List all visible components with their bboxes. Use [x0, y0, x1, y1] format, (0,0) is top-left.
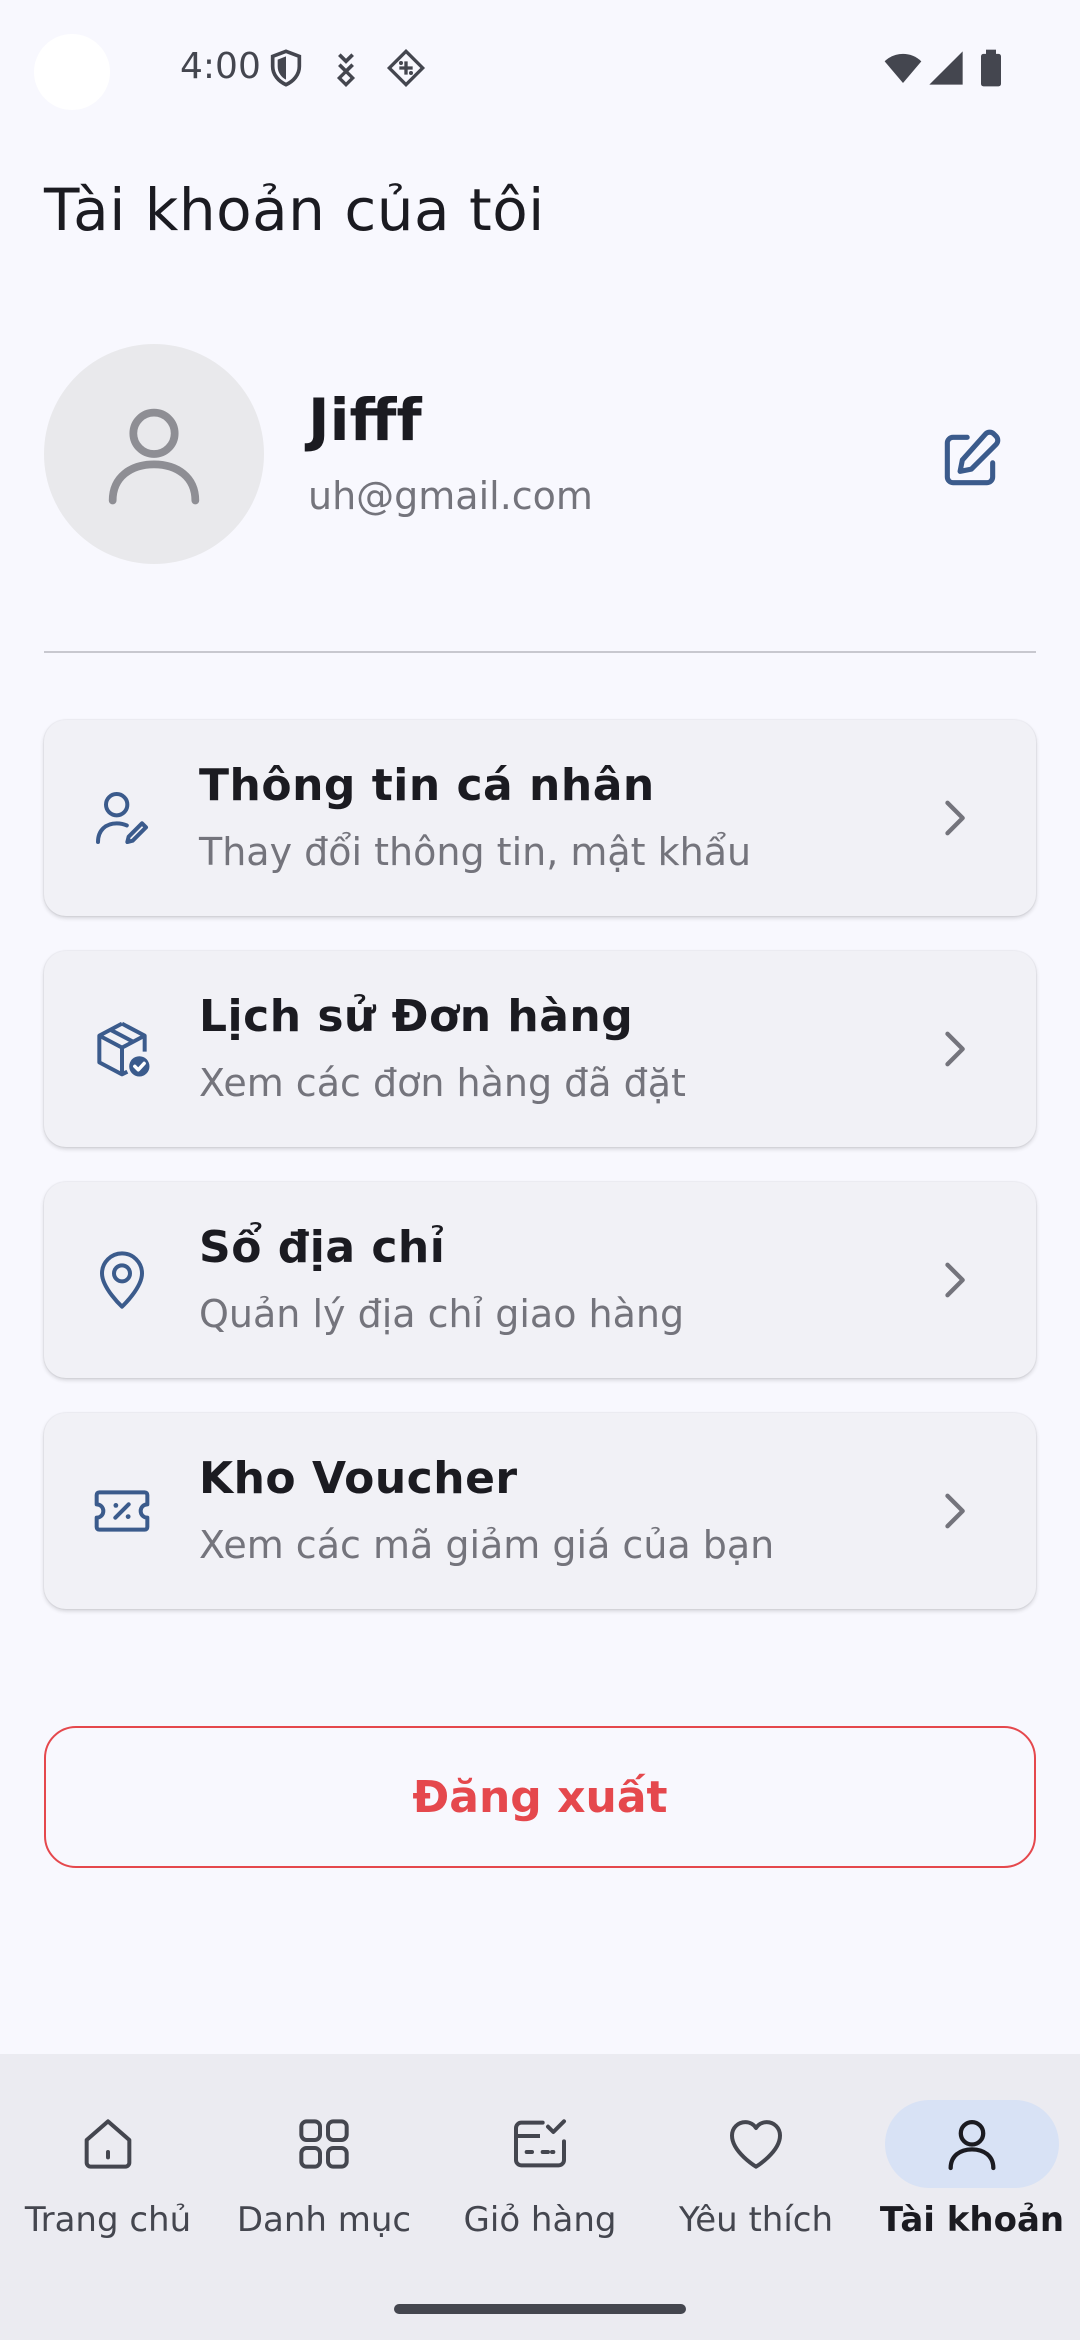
location-pin-icon [90, 1248, 154, 1312]
nav-label: Tài khoản [879, 2200, 1065, 2240]
nav-icon-container [21, 2100, 195, 2188]
chevron-right-icon [928, 1254, 980, 1306]
chevron-right-icon [928, 792, 980, 844]
account-screen: 4:00 Tài khoản của tôi Jifff uh@gmail.co… [0, 0, 1080, 2340]
menu-item-voucher[interactable]: Kho Voucher Xem các mã giảm giá của bạn [44, 1413, 1036, 1609]
download-icon [326, 48, 366, 88]
voucher-icon [90, 1479, 154, 1543]
nav-label: Giỏ hàng [463, 2200, 617, 2240]
nav-label: Danh mục [236, 2200, 412, 2240]
menu-item-subtitle: Thay đổi thông tin, mật khẩu [199, 830, 752, 874]
chevron-right-icon [928, 1023, 980, 1075]
edit-profile-button[interactable] [930, 420, 1010, 500]
home-indicator [394, 2304, 686, 2314]
menu-item-personal-info[interactable]: Thông tin cá nhân Thay đổi thông tin, mậ… [44, 720, 1036, 916]
menu-item-title: Kho Voucher [199, 1453, 518, 1504]
nav-item-home[interactable]: Trang chủ [0, 2090, 216, 2290]
account-icon [948, 2120, 996, 2171]
nav-item-account[interactable]: Tài khoản [864, 2090, 1080, 2290]
package-check-icon [90, 1017, 154, 1081]
menu-item-title: Sổ địa chỉ [199, 1222, 446, 1273]
status-time: 4:00 [180, 46, 261, 87]
profile-name: Jifff [308, 386, 422, 454]
person-icon [108, 408, 200, 505]
home-icon [84, 2119, 132, 2169]
logout-label: Đăng xuất [412, 1771, 668, 1823]
menu-item-subtitle: Xem các đơn hàng đã đặt [199, 1061, 686, 1105]
shield-icon [266, 48, 306, 88]
menu-item-subtitle: Xem các mã giảm giá của bạn [199, 1523, 775, 1567]
nav-label: Trang chủ [24, 2200, 192, 2240]
user-edit-icon [90, 786, 154, 850]
menu-item-title: Thông tin cá nhân [199, 760, 655, 811]
heart-icon [730, 2120, 782, 2169]
chevron-right-icon [928, 1485, 980, 1537]
grid-icon [299, 2119, 349, 2169]
menu-item-order-history[interactable]: Lịch sử Đơn hàng Xem các đơn hàng đã đặt [44, 951, 1036, 1147]
logout-button[interactable]: Đăng xuất [44, 1726, 1036, 1868]
nav-icon-container [669, 2100, 843, 2188]
divider [44, 651, 1036, 653]
battery-icon [976, 48, 1006, 88]
page-title: Tài khoản của tôi [44, 176, 545, 244]
edit-icon [944, 429, 1001, 486]
nav-item-favorites[interactable]: Yêu thích [648, 2090, 864, 2290]
nav-icon-container [237, 2100, 411, 2188]
camera-cutout [34, 34, 110, 110]
wifi-icon [880, 48, 926, 88]
menu-item-address-book[interactable]: Sổ địa chỉ Quản lý địa chỉ giao hàng [44, 1182, 1036, 1378]
game-icon [386, 48, 426, 88]
menu-item-subtitle: Quản lý địa chỉ giao hàng [199, 1292, 685, 1336]
avatar [44, 344, 264, 564]
bottom-navigation: Trang chủ Danh mục Giỏ hàng Yêu thích Tà… [0, 2054, 1080, 2340]
status-bar: 4:00 [0, 0, 1080, 140]
nav-icon-container [453, 2100, 627, 2188]
nav-icon-container [885, 2100, 1059, 2188]
nav-item-categories[interactable]: Danh mục [216, 2090, 432, 2290]
menu-item-title: Lịch sử Đơn hàng [199, 991, 634, 1042]
nav-item-cart[interactable]: Giỏ hàng [432, 2090, 648, 2290]
signal-icon [926, 48, 966, 88]
cart-icon [514, 2119, 566, 2168]
nav-label: Yêu thích [678, 2200, 834, 2240]
profile-email: uh@gmail.com [308, 474, 593, 518]
